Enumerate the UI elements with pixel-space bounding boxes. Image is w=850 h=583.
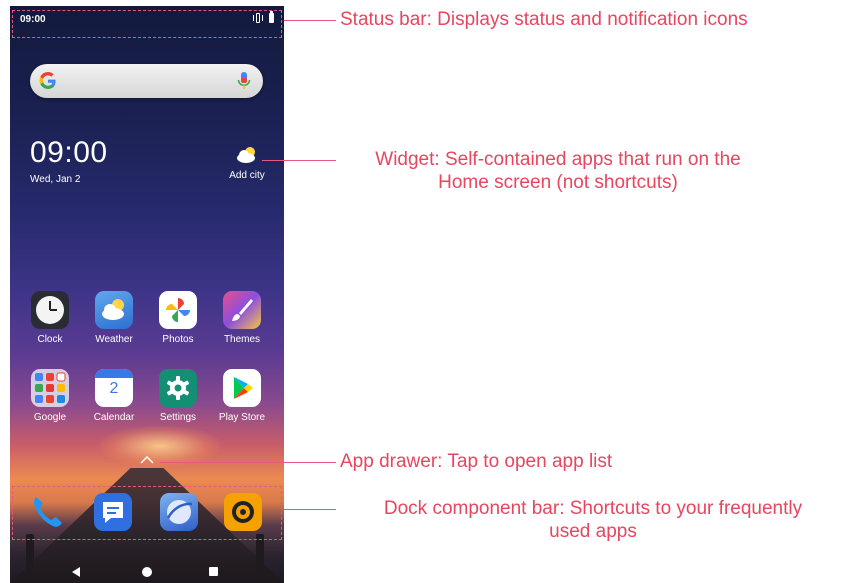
app-google-folder[interactable]: Google [20, 369, 80, 423]
app-label: Play Store [218, 412, 266, 423]
recent-apps-icon[interactable] [209, 567, 218, 576]
dock-camera-button[interactable] [224, 493, 262, 531]
app-label: Photos [162, 334, 194, 345]
app-themes[interactable]: Themes [212, 291, 272, 345]
status-bar-annotation: Status bar: Displays status and notifica… [340, 9, 748, 30]
phone-icon [34, 497, 62, 527]
phone-screen: 09:00 09:00 Wed, Jan 2 Add city Clock We… [10, 6, 284, 583]
photos-icon [159, 291, 197, 329]
widget-callout-line [262, 160, 336, 161]
widget-annotation-line2: Home screen (not shortcuts) [438, 172, 678, 193]
app-settings[interactable]: Settings [148, 369, 208, 423]
dock-annotation-line1: Dock component bar: Shortcuts to your fr… [383, 498, 803, 519]
status-bar-highlight [12, 10, 282, 38]
browser-icon [166, 500, 193, 524]
google-g-icon [39, 72, 56, 89]
weather-widget-label: Add city [229, 170, 265, 181]
back-icon[interactable] [72, 567, 80, 577]
app-photos[interactable]: Photos [148, 291, 208, 345]
app-calendar[interactable]: 2 Calendar [84, 369, 144, 423]
clock-widget-date: Wed, Jan 2 [30, 174, 81, 185]
settings-icon [159, 369, 197, 407]
camera-icon [232, 501, 254, 523]
calendar-icon: 2 [95, 369, 133, 407]
app-label: Google [33, 412, 67, 423]
app-label: Settings [159, 412, 197, 423]
dock-annotation-line2: used apps [549, 521, 637, 542]
calendar-header [95, 369, 133, 378]
themes-icon [223, 291, 261, 329]
google-search-bar[interactable] [30, 64, 263, 98]
weather-cloud-icon [237, 147, 255, 163]
messages-icon [103, 502, 123, 523]
clock-icon [31, 291, 69, 329]
play-store-icon [223, 369, 261, 407]
app-label: Weather [95, 334, 133, 345]
weather-icon [95, 291, 133, 329]
google-folder-icon [31, 369, 69, 407]
weather-widget[interactable]: Add city [222, 146, 272, 181]
app-label: Clock [37, 334, 63, 345]
dock-annotation: Dock component bar: Shortcuts to your fr… [340, 497, 846, 543]
app-weather[interactable]: Weather [84, 291, 144, 345]
home-icon[interactable] [142, 567, 152, 577]
calendar-date-number: 2 [109, 380, 119, 397]
dock-callout-line [284, 509, 336, 510]
navigation-bar [10, 559, 284, 583]
wallpaper-sun-glow [100, 426, 220, 466]
widget-annotation-line1: Widget: Self-contained apps that run on … [375, 149, 741, 170]
clock-widget-time[interactable]: 09:00 [30, 136, 108, 170]
app-drawer-annotation: App drawer: Tap to open app list [340, 451, 613, 472]
app-label: Themes [223, 334, 261, 345]
app-drawer-callout-line [160, 462, 336, 463]
status-bar-callout-line [284, 20, 336, 21]
app-drawer-handle-icon[interactable] [140, 456, 154, 464]
app-label: Calendar [93, 412, 135, 423]
dock-messages-button[interactable] [94, 493, 132, 531]
widget-annotation: Widget: Self-contained apps that run on … [340, 148, 776, 194]
app-play-store[interactable]: Play Store [212, 369, 272, 423]
mic-icon[interactable] [237, 72, 251, 90]
app-clock[interactable]: Clock [20, 291, 80, 345]
dock-browser-button[interactable] [160, 493, 198, 531]
dock-phone-button[interactable] [28, 493, 66, 531]
